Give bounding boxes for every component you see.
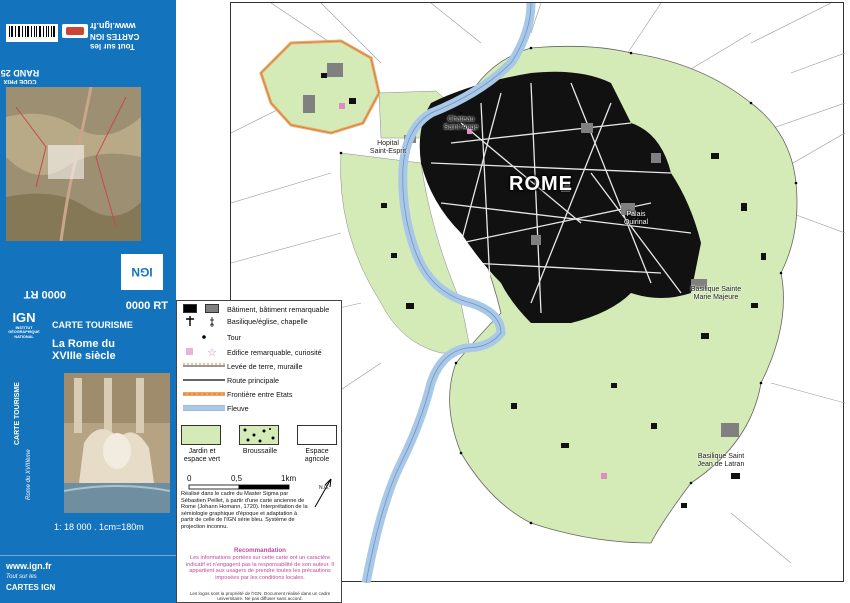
svg-text:☆: ☆	[207, 346, 217, 358]
barcode-bar	[43, 26, 44, 37]
legend-brush-label: Broussaille	[242, 448, 278, 455]
cover-code: CODE PRIX RAND 25	[0, 68, 40, 84]
ign-logo: IGN INSTITUT GÉOGRAPHIQUE NATIONAL	[4, 302, 44, 344]
map-label-hospital: Hopital Saint-Esprit	[369, 140, 407, 155]
barcode-bar	[25, 26, 26, 37]
cover-scale: 1: 18 000 . 1cm=180m	[54, 522, 144, 532]
legend-label: Bâtiment, bâtiment remarquable	[227, 304, 330, 314]
map-label-latran: Basilique Saint Jean de Latran	[697, 453, 745, 468]
cover-photo-fountain	[64, 373, 170, 513]
map-label-sainte-marie: Basilique Sainte Marie Majeure	[690, 286, 742, 301]
cover-code-right: 0000 RT	[125, 300, 168, 312]
barcode-bar	[31, 26, 32, 37]
recommendation-title: Recommandation	[234, 547, 286, 554]
legend-credits: Réalisé dans le cadre du Master Sigma pa…	[181, 491, 308, 530]
cover-url: www.ign.fr	[6, 561, 52, 571]
map-cover: Tout sur les CARTES IGN www.ign.fr CODE …	[0, 0, 176, 603]
scale-tick: 0	[187, 474, 192, 483]
legend-row-wall: Levée de terre, muraille	[181, 360, 303, 372]
garden-swatch	[181, 425, 221, 445]
legend-label: Levée de terre, muraille	[227, 361, 303, 371]
cover-title-line: La Rome du	[52, 338, 115, 350]
north-arrow: N.G.	[309, 473, 335, 513]
barcode-bar	[51, 26, 52, 37]
cover-series: CARTE TOURISME	[52, 320, 133, 330]
legend-row-road: Route principale	[181, 374, 279, 386]
barcode-bar	[48, 26, 49, 37]
legend-label: Fleuve	[227, 403, 249, 413]
curiosity-icon: ☆	[181, 346, 227, 359]
building-icon	[181, 303, 227, 315]
north-label: N.G.	[319, 485, 330, 491]
legend-row-tower: Tour	[181, 331, 241, 343]
price-sticker	[62, 24, 88, 38]
ign-logo-subtitle: INSTITUT GÉOGRAPHIQUE NATIONAL	[8, 326, 40, 339]
map-city-label: ROME	[509, 173, 573, 195]
map-label-castel: Chateau Saint-Ange	[443, 116, 479, 131]
thumbnail-terrain	[6, 87, 141, 241]
cover-location-thumbnail	[6, 87, 141, 241]
cover-top-text: Tout sur les CARTES IGN www.ign.fr	[90, 6, 170, 51]
wall-icon	[181, 360, 227, 372]
barcode-bar	[15, 26, 16, 37]
cover-code-upside: 0000 RT	[23, 288, 66, 300]
ign-logo-upside: IGN	[119, 252, 165, 292]
barcode-bar	[28, 26, 29, 37]
cover-side-title: Rome du XVIIIème	[26, 449, 32, 500]
barcode-bar	[9, 26, 10, 37]
river-icon	[181, 402, 227, 414]
barcode-bar	[12, 26, 13, 37]
church-icon	[181, 315, 227, 327]
border-icon	[181, 388, 227, 400]
divider	[0, 555, 176, 556]
brush-swatch	[239, 425, 279, 445]
legend-label: Basilique/église, chapelle	[227, 316, 308, 326]
cover-bottom-text: Tout sur les	[6, 574, 37, 580]
barcode	[6, 24, 58, 42]
barcode-bar	[36, 26, 37, 37]
barcode-bar	[34, 26, 35, 37]
legend-label: Edifice remarquable, curiosité	[227, 347, 322, 357]
code-value: RAND 25	[0, 68, 40, 78]
road-icon	[181, 374, 227, 386]
legend-row-curiosity: ☆ Edifice remarquable, curiosité	[181, 346, 322, 359]
barcode-bar	[46, 26, 47, 37]
legend-row-river: Fleuve	[181, 402, 249, 414]
legend-row-church: Basilique/église, chapelle	[181, 315, 308, 327]
cover-top-url: www.ign.fr	[90, 21, 136, 31]
legend-footer: Les logos sont la propriété de l'IGN. Do…	[189, 591, 331, 602]
scale-tick: 0,5	[231, 474, 243, 483]
map-label-quirinal: Palais Quirinal	[623, 211, 649, 226]
barcode-bar	[22, 26, 23, 37]
legend-agri-label: Espace agricole	[304, 448, 330, 463]
svg-text:IGN: IGN	[131, 265, 152, 279]
scale-tick: 1km	[281, 474, 297, 483]
cover-top-line: Tout sur les	[90, 42, 135, 51]
svg-text:IGN: IGN	[12, 310, 35, 325]
tower-icon	[181, 331, 227, 343]
legend-label: Route principale	[227, 375, 279, 385]
legend-garden-label: Jardin et espace vert	[183, 448, 221, 463]
legend-row-border: Frontière entre Etats	[181, 388, 293, 400]
legend-label: Frontière entre Etats	[227, 389, 293, 399]
agricultural-swatch	[297, 425, 337, 445]
cover-title-line: XVIIIe siècle	[52, 350, 116, 362]
legend-label: Tour	[227, 332, 241, 342]
cover-top-line: CARTES IGN	[90, 32, 140, 41]
barcode-bar	[54, 26, 55, 37]
barcode-bar	[19, 26, 20, 37]
barcode-bar	[40, 26, 41, 37]
map-legend: Bâtiment, bâtiment remarquable Basilique…	[176, 300, 342, 603]
cover-bottom-brand: CARTES IGN	[6, 583, 56, 592]
cover-title: La Rome du XVIIIe siècle	[52, 338, 116, 362]
code-label: CODE PRIX	[3, 78, 37, 84]
cover-side-series: CARTE TOURISME	[14, 382, 21, 445]
legend-row-building: Bâtiment, bâtiment remarquable	[181, 303, 329, 315]
recommendation-text: Les informations portées sur cette carte…	[185, 555, 335, 581]
